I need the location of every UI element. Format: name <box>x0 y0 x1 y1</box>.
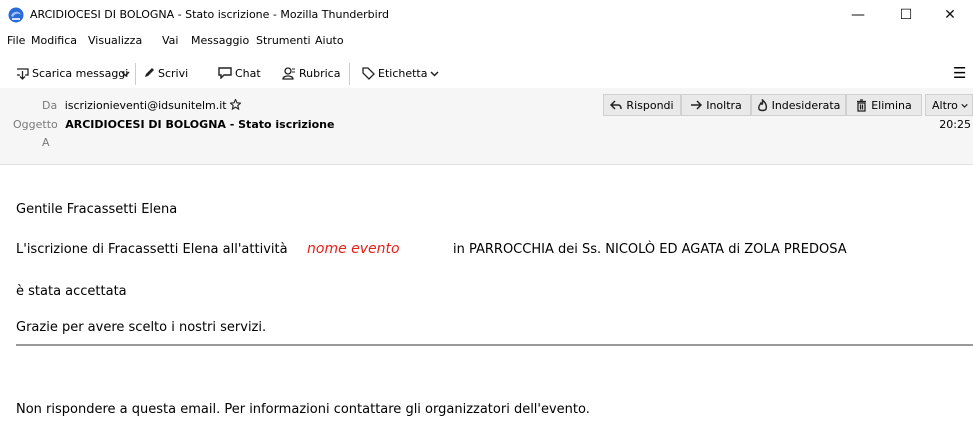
junk-label: Indesiderata <box>771 98 841 112</box>
parish-text: in PARROCCHIA dei Ss. NICOLÒ ED AGATA di… <box>453 242 847 257</box>
junk-button[interactable]: Indesiderata <box>751 94 846 116</box>
thanks-text: Grazie per avere scelto i nostri servizi… <box>16 320 267 335</box>
get-messages-dropdown[interactable] <box>121 58 133 88</box>
subject-value: ARCIDIOCESI DI BOLOGNA - Stato iscrizion… <box>65 118 335 131</box>
menu-modifica[interactable]: Modifica <box>31 34 77 47</box>
to-label: A <box>42 136 50 149</box>
tag-icon <box>362 66 375 80</box>
subject-row: Oggetto ARCIDIOCESI DI BOLOGNA - Stato i… <box>13 118 334 131</box>
main-toolbar: Scarica messaggi Scrivi Chat Rubrica Eti… <box>0 58 973 88</box>
get-messages-button[interactable]: Scarica messaggi <box>16 58 128 88</box>
menu-file[interactable]: File <box>7 34 25 47</box>
tag-button[interactable]: Etichetta <box>362 58 442 88</box>
subject-label: Oggetto <box>13 118 58 131</box>
star-icon[interactable] <box>229 98 243 111</box>
trash-icon <box>857 98 867 112</box>
write-label: Scrivi <box>158 66 189 80</box>
forward-label: Inoltra <box>706 98 742 112</box>
menu-visualizza[interactable]: Visualizza <box>88 34 142 47</box>
get-messages-label: Scarica messaggi <box>32 66 129 80</box>
write-button[interactable]: Scrivi <box>143 58 188 88</box>
chat-icon <box>218 67 232 79</box>
menu-messaggio[interactable]: Messaggio <box>191 34 249 47</box>
menu-vai[interactable]: Vai <box>162 34 178 47</box>
close-button[interactable]: ✕ <box>927 0 973 30</box>
from-row: Da iscrizionieventi@idsunitelm.it <box>42 98 243 112</box>
more-button[interactable]: Altro <box>925 94 973 116</box>
address-book-button[interactable]: Rubrica <box>282 58 340 88</box>
greeting-text: Gentile Fracassetti Elena <box>16 202 178 217</box>
contacts-icon <box>282 66 295 80</box>
registration-text: L'iscrizione di Fracassetti Elena all'at… <box>16 242 288 257</box>
menu-bar: File Modifica Visualizza Vai Messaggio S… <box>0 30 973 50</box>
reply-icon <box>610 99 623 110</box>
pencil-icon <box>145 68 154 77</box>
title-bar: ARCIDIOCESI DI BOLOGNA - Stato iscrizion… <box>0 0 973 30</box>
accepted-text: è stata accettata <box>16 284 127 299</box>
message-time: 20:25 <box>939 118 971 131</box>
address-book-label: Rubrica <box>299 66 341 80</box>
message-header: Da iscrizionieventi@idsunitelm.it Oggett… <box>0 88 973 165</box>
event-name: nome evento <box>307 241 400 257</box>
forward-icon <box>691 100 703 110</box>
chevron-down-icon <box>121 70 130 77</box>
delete-label: Elimina <box>871 98 912 112</box>
tag-label: Etichetta <box>378 66 428 80</box>
menu-strumenti[interactable]: Strumenti <box>256 34 311 47</box>
toolbar-separator <box>135 63 136 85</box>
minimize-button[interactable]: — <box>835 0 881 30</box>
chat-button[interactable]: Chat <box>218 58 261 88</box>
download-icon <box>17 67 29 80</box>
chevron-down-icon <box>961 103 968 108</box>
from-label: Da <box>42 99 58 112</box>
window-title: ARCIDIOCESI DI BOLOGNA - Stato iscrizion… <box>30 8 390 21</box>
maximize-button[interactable]: ☐ <box>883 0 929 30</box>
chat-label: Chat <box>235 66 261 80</box>
toolbar-separator <box>349 63 350 85</box>
app-menu-button[interactable]: ☰ <box>953 58 966 88</box>
thunderbird-logo-icon <box>8 7 24 23</box>
reply-button[interactable]: Rispondi <box>603 94 681 116</box>
more-label: Altro <box>932 98 958 112</box>
menu-aiuto[interactable]: Aiuto <box>315 34 344 47</box>
junk-flame-icon <box>757 98 767 111</box>
from-address[interactable]: iscrizionieventi@idsunitelm.it <box>65 99 227 112</box>
forward-button[interactable]: Inoltra <box>681 94 751 116</box>
delete-button[interactable]: Elimina <box>846 94 922 116</box>
horizontal-divider <box>16 344 973 346</box>
reply-label: Rispondi <box>626 98 674 112</box>
chevron-down-icon <box>430 70 440 77</box>
footer-text: Non rispondere a questa email. Per infor… <box>16 402 590 417</box>
